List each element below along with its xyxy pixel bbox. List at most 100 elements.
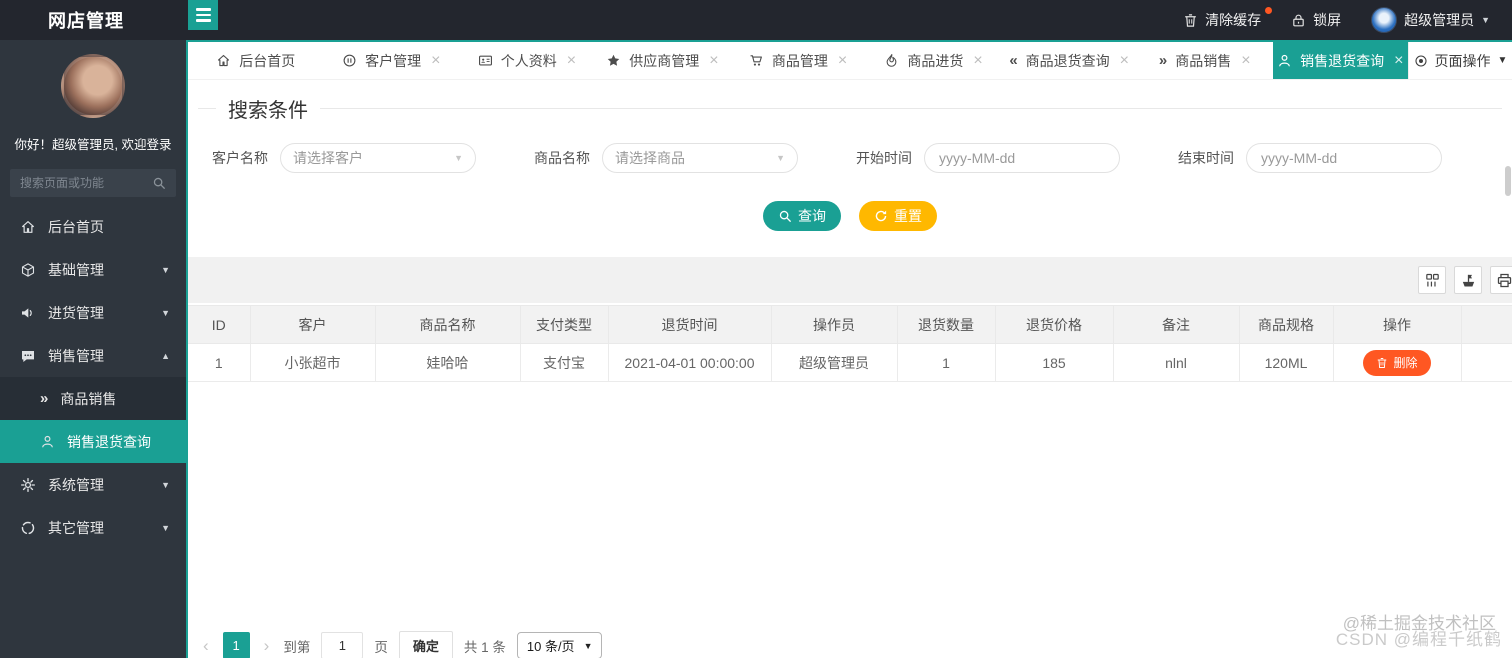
page-actions-label: 页面操作 bbox=[1434, 52, 1491, 69]
cell-price: 185 bbox=[995, 343, 1114, 382]
reset-button-label: 重置 bbox=[894, 208, 922, 224]
tab-product-management[interactable]: 商品管理 × bbox=[730, 42, 866, 79]
page-size-select[interactable]: 10 条/页 ▼ bbox=[516, 632, 603, 658]
cell-customer: 小张超市 bbox=[250, 343, 376, 382]
page-size-value: 10 条/页 bbox=[526, 639, 575, 654]
start-time-field-group: 开始时间 bbox=[844, 143, 1166, 173]
search-form: 客户名称 请选择客户 ▼ 商品名称 请选择商品 ▼ 开始时间 结束时间 bbox=[200, 143, 1488, 173]
clear-cache-button[interactable]: 清除缓存 bbox=[1183, 7, 1273, 30]
notification-dot-badge bbox=[1265, 7, 1273, 14]
lock-screen-button[interactable]: 锁屏 bbox=[1291, 10, 1341, 30]
user-avatar bbox=[1371, 7, 1398, 33]
sidebar-item-purchase-management[interactable]: 进货管理 ▼ bbox=[0, 291, 186, 334]
profile-block: 你好！超级管理员, 欢迎登录 bbox=[0, 40, 186, 153]
tab-personal-profile[interactable]: 个人资料 × bbox=[459, 42, 595, 79]
cell-return-time: 2021-04-01 00:00:00 bbox=[608, 343, 772, 382]
page-suffix-label: 页 bbox=[374, 639, 388, 655]
columns-filter-button[interactable] bbox=[1418, 266, 1446, 294]
close-icon[interactable]: × bbox=[709, 52, 718, 69]
sidebar-search[interactable] bbox=[10, 169, 176, 197]
confirm-page-button[interactable]: 确定 bbox=[398, 631, 453, 658]
hamburger-menu-button[interactable] bbox=[188, 0, 218, 30]
tab-customer-management[interactable]: 客户管理 × bbox=[324, 42, 460, 79]
fire-icon bbox=[884, 53, 899, 68]
reset-button[interactable]: 重置 bbox=[859, 201, 937, 231]
chevron-down-icon: ▼ bbox=[776, 153, 785, 163]
search-conditions-fieldset: 搜索条件 bbox=[198, 94, 1502, 123]
customer-select[interactable]: 请选择客户 ▼ bbox=[280, 143, 476, 173]
export-button[interactable] bbox=[1454, 266, 1482, 294]
tab-supplier-management[interactable]: 供应商管理 × bbox=[595, 42, 731, 79]
sidebar-item-system-management[interactable]: 系统管理 ▼ bbox=[0, 463, 186, 506]
product-label: 商品名称 bbox=[534, 150, 590, 166]
table-toolbar bbox=[188, 257, 1512, 303]
column-header-actions: 操作 bbox=[1333, 305, 1462, 344]
chevron-down-icon: ▼ bbox=[161, 264, 170, 275]
sidebar-item-other-management[interactable]: 其它管理 ▼ bbox=[0, 506, 186, 549]
cell-operator: 超级管理员 bbox=[771, 343, 898, 382]
cell-actions: 删除 bbox=[1333, 343, 1462, 382]
watermark-csdn: CSDN @编程千纸鹤 bbox=[1335, 630, 1502, 649]
chevron-down-icon: ▼ bbox=[1481, 15, 1490, 25]
lock-icon bbox=[1291, 13, 1306, 28]
sidebar-item-product-sales[interactable]: » 商品销售 bbox=[0, 377, 186, 420]
close-icon[interactable]: × bbox=[431, 52, 440, 69]
page-actions-dropdown[interactable]: 页面操作 ▼ bbox=[1408, 42, 1512, 79]
chevron-down-icon: ▼ bbox=[454, 153, 463, 163]
content-area: 搜索条件 客户名称 请选择客户 ▼ 商品名称 请选择商品 ▼ 开始时间 yyyy… bbox=[188, 94, 1512, 658]
app-title: 网店管理 bbox=[48, 11, 124, 31]
tab-label: 后台首页 bbox=[239, 52, 296, 69]
close-icon[interactable]: × bbox=[1120, 52, 1129, 69]
sidebar-item-sales-management[interactable]: 销售管理 ▲ bbox=[0, 334, 186, 377]
close-icon[interactable]: × bbox=[1394, 52, 1403, 69]
print-button[interactable] bbox=[1490, 266, 1512, 294]
page-number-button[interactable]: 1 bbox=[222, 632, 250, 658]
cell-spec: 120ML bbox=[1239, 343, 1334, 382]
close-icon[interactable]: × bbox=[1241, 52, 1250, 69]
column-header-pay-type: 支付类型 bbox=[520, 305, 609, 344]
cube-icon bbox=[20, 262, 36, 278]
search-buttons-row: 查询 重置 bbox=[188, 201, 1512, 231]
next-page-button[interactable]: › bbox=[261, 636, 273, 656]
clear-cache-label: 清除缓存 bbox=[1205, 12, 1262, 28]
user-menu[interactable]: 超级管理员 ▼ bbox=[1371, 7, 1490, 33]
sidebar-search-input[interactable] bbox=[20, 176, 152, 190]
query-button[interactable]: 查询 bbox=[763, 201, 841, 231]
pagination: ‹ 1 › 到第 页 确定 共 1 条 10 条/页 ▼ bbox=[200, 631, 603, 658]
start-time-input[interactable] bbox=[924, 143, 1120, 173]
results-table: ID 客户 商品名称 支付类型 退货时间 操作员 退货数量 退货价格 备注 商品… bbox=[188, 305, 1512, 382]
prev-page-button[interactable]: ‹ bbox=[200, 636, 212, 656]
end-time-input[interactable] bbox=[1246, 143, 1442, 173]
tab-label: 商品管理 bbox=[771, 52, 828, 69]
tab-sales-return-query[interactable]: 销售退货查询 × bbox=[1272, 42, 1409, 79]
chevron-down-icon: ▼ bbox=[1497, 55, 1508, 66]
column-header-id: ID bbox=[188, 305, 251, 344]
tab-product-purchase[interactable]: 商品进货 × bbox=[866, 42, 1002, 79]
tab-label: 销售退货查询 bbox=[1300, 52, 1385, 69]
delete-button[interactable]: 删除 bbox=[1363, 349, 1431, 376]
gear-icon bbox=[20, 477, 36, 493]
tab-product-sales[interactable]: » 商品销售 × bbox=[1137, 42, 1273, 79]
product-select-placeholder: 请选择商品 bbox=[615, 150, 685, 166]
end-time-field-group: 结束时间 bbox=[1166, 143, 1488, 173]
product-select[interactable]: 请选择商品 ▼ bbox=[602, 143, 798, 173]
greeting-text: 你好！超级管理员, 欢迎登录 bbox=[14, 138, 172, 152]
customer-label: 客户名称 bbox=[212, 150, 268, 166]
column-header-operator: 操作员 bbox=[771, 305, 898, 344]
tab-home[interactable]: 后台首页 bbox=[188, 42, 324, 79]
angles-left-icon: « bbox=[1009, 52, 1018, 69]
tab-label: 供应商管理 bbox=[629, 52, 700, 69]
scrollbar-thumb[interactable] bbox=[1505, 166, 1511, 196]
sidebar-item-basic-management[interactable]: 基础管理 ▼ bbox=[0, 248, 186, 291]
close-icon[interactable]: × bbox=[973, 52, 982, 69]
close-icon[interactable]: × bbox=[838, 52, 847, 69]
cell-filler bbox=[1461, 343, 1512, 382]
search-conditions-title: 搜索条件 bbox=[228, 100, 308, 122]
user-icon bbox=[40, 434, 55, 449]
sidebar-item-sales-return-query[interactable]: 销售退货查询 bbox=[0, 420, 186, 463]
profile-avatar bbox=[61, 54, 125, 118]
sidebar-item-home[interactable]: 后台首页 bbox=[0, 205, 186, 248]
tab-purchase-return-query[interactable]: « 商品退货查询 × bbox=[1001, 42, 1137, 79]
close-icon[interactable]: × bbox=[567, 52, 576, 69]
goto-page-input[interactable] bbox=[321, 632, 364, 658]
